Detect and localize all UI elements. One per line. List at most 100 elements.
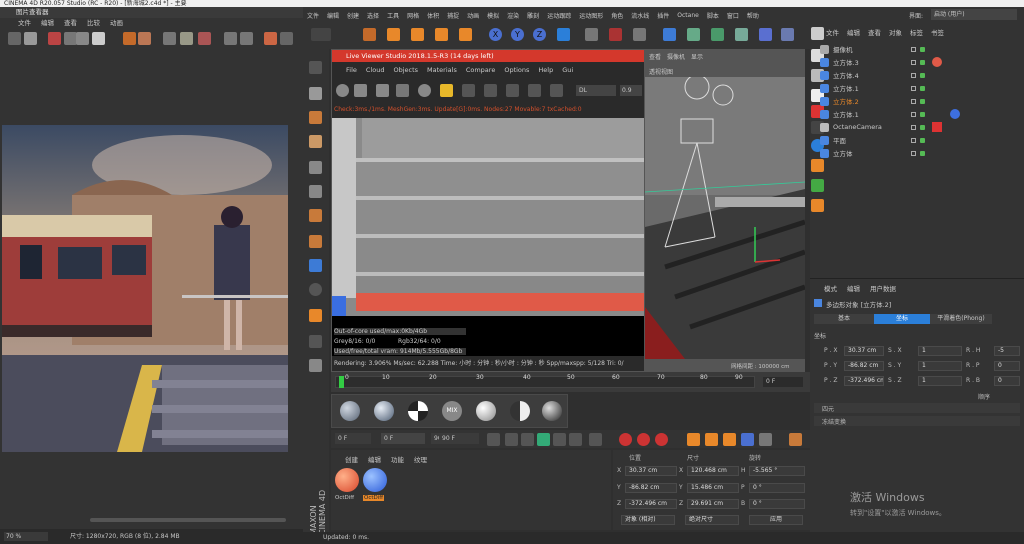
key-pos-icon[interactable] — [687, 433, 700, 446]
open-icon[interactable] — [8, 32, 21, 45]
freeze-section[interactable]: 冻结变换 — [814, 416, 1020, 426]
world-coord-icon[interactable] — [557, 28, 570, 41]
render-picture-icon[interactable] — [609, 28, 622, 41]
object-row[interactable]: 平面 — [820, 134, 1024, 146]
sphere-white-icon[interactable] — [476, 401, 496, 421]
menu-mograph[interactable]: 运动图形 — [579, 11, 603, 20]
apply-button[interactable]: 应用 — [749, 515, 803, 525]
color-pick-icon[interactable] — [550, 84, 563, 97]
tweak-icon[interactable] — [309, 259, 322, 272]
go-end-icon[interactable] — [589, 433, 602, 446]
tab-basic[interactable]: 基本 — [814, 314, 874, 324]
attr-px-field[interactable]: 30.37 cm — [844, 346, 884, 356]
key-param-icon[interactable] — [741, 433, 754, 446]
attr-rp-field[interactable]: 0 — [994, 361, 1020, 371]
vp-menu-display[interactable]: 显示 — [691, 52, 703, 61]
kernel-value[interactable]: 0.9 — [620, 85, 642, 96]
object-row[interactable]: 立方体.1 — [820, 82, 1024, 94]
attr-icon[interactable] — [811, 159, 824, 172]
lv-menu-cloud[interactable]: Cloud — [366, 66, 385, 74]
menu-sculpt[interactable]: 雕刻 — [527, 11, 539, 20]
rotate-icon[interactable] — [435, 28, 448, 41]
sphere-metal-icon[interactable] — [542, 401, 562, 421]
menu-select[interactable]: 选择 — [367, 11, 379, 20]
sphere-split-icon[interactable] — [510, 401, 530, 421]
focus-icon[interactable] — [528, 84, 541, 97]
save-icon[interactable] — [24, 32, 37, 45]
menu-edit[interactable]: 编辑 — [327, 11, 339, 20]
menu-mesh[interactable]: 网格 — [407, 11, 419, 20]
text-icon[interactable] — [264, 32, 277, 45]
key-scale-icon[interactable] — [705, 433, 718, 446]
octane-tag-icon[interactable] — [932, 122, 942, 132]
floor-icon[interactable] — [781, 28, 794, 41]
om-menu-file[interactable]: 文件 — [826, 27, 839, 37]
snap-settings-icon[interactable] — [811, 179, 824, 192]
sphere-mix-icon[interactable]: MIX — [442, 401, 462, 421]
rot-p-field[interactable]: 0 ° — [749, 483, 805, 493]
compare-icon[interactable] — [138, 32, 151, 45]
menu-volume[interactable]: 体积 — [427, 11, 439, 20]
om-menu-view[interactable]: 查看 — [868, 27, 881, 37]
menu-character[interactable]: 角色 — [611, 11, 623, 20]
lv-menu-materials[interactable]: Materials — [427, 66, 457, 74]
channel-icon[interactable] — [198, 32, 211, 45]
object-row[interactable]: 立方体.4 — [820, 69, 1024, 81]
timeline-track[interactable] — [335, 376, 755, 388]
axis-mode-icon[interactable] — [309, 235, 322, 248]
start-frame-field[interactable]: 0 F — [335, 433, 371, 444]
om-menu-bookmarks[interactable]: 书签 — [931, 27, 944, 37]
checker-icon[interactable] — [309, 135, 322, 148]
swap-icon[interactable] — [180, 32, 193, 45]
object-row[interactable]: 立方体.1 — [820, 108, 1024, 120]
workplane-icon[interactable] — [309, 111, 322, 124]
pause-icon[interactable] — [376, 84, 389, 97]
attr-py-field[interactable]: -86.82 cm — [844, 361, 884, 371]
viewer-menu-compare[interactable]: 比较 — [87, 18, 100, 29]
lv-menu-objects[interactable]: Objects — [393, 66, 418, 74]
viewer-scrollbar[interactable] — [90, 518, 286, 522]
material-item[interactable]: OctDiff — [335, 468, 361, 504]
size-y-field[interactable]: 15.486 cm — [687, 483, 739, 493]
z-axis-icon[interactable]: Z — [533, 28, 546, 41]
size-x-field[interactable]: 120.468 cm — [687, 466, 739, 476]
material-item-selected[interactable]: OctDiff — [363, 468, 391, 504]
menu-tools[interactable]: 工具 — [387, 11, 399, 20]
scale-icon[interactable] — [411, 28, 424, 41]
rot-h-field[interactable]: -5.565 ° — [749, 466, 805, 476]
size-z-field[interactable]: 29.691 cm — [687, 499, 739, 509]
edges-mode-icon[interactable] — [309, 185, 322, 198]
menu-window[interactable]: 窗口 — [727, 11, 739, 20]
export-icon[interactable] — [48, 32, 61, 45]
tab-phong[interactable]: 平滑着色(Phong) — [930, 314, 992, 324]
menu-motion-track[interactable]: 运动跟踪 — [547, 11, 571, 20]
play-icon[interactable] — [537, 433, 550, 446]
menu-create[interactable]: 创建 — [347, 11, 359, 20]
attr-sz-field[interactable]: 1 — [918, 376, 962, 386]
size-mode-select[interactable]: 绝对尺寸 — [685, 515, 739, 525]
quaternion-section[interactable]: 四元 — [814, 403, 1020, 413]
objects-tab-icon[interactable] — [811, 27, 824, 40]
object-row-selected[interactable]: 立方体.2 — [820, 95, 1024, 107]
lock-render-icon[interactable] — [440, 84, 453, 97]
zoom-field[interactable]: 70 % — [4, 532, 48, 541]
menu-file[interactable]: 文件 — [307, 11, 319, 20]
viewer-menu-file[interactable]: 文件 — [18, 18, 31, 29]
y-axis-icon[interactable]: Y — [511, 28, 524, 41]
menu-simulate[interactable]: 模拟 — [487, 11, 499, 20]
sphere-glossy-icon[interactable] — [374, 401, 394, 421]
layout-select[interactable]: 启动 (用户) — [931, 9, 1017, 20]
settings-icon[interactable] — [418, 84, 431, 97]
mat-menu-edit[interactable]: 编辑 — [368, 454, 381, 464]
om-menu-objects[interactable]: 对象 — [889, 27, 902, 37]
snap-icon[interactable] — [309, 283, 322, 296]
lock-icon[interactable] — [309, 359, 322, 372]
playhead[interactable] — [339, 376, 344, 388]
array-icon[interactable] — [735, 28, 748, 41]
x-axis-icon[interactable]: X — [489, 28, 502, 41]
menu-snap[interactable]: 捕捉 — [447, 11, 459, 20]
split-icon[interactable] — [224, 32, 237, 45]
vp-menu-camera[interactable]: 摄像机 — [667, 52, 685, 61]
key-rot-icon[interactable] — [723, 433, 736, 446]
menu-plugins[interactable]: 插件 — [657, 11, 669, 20]
